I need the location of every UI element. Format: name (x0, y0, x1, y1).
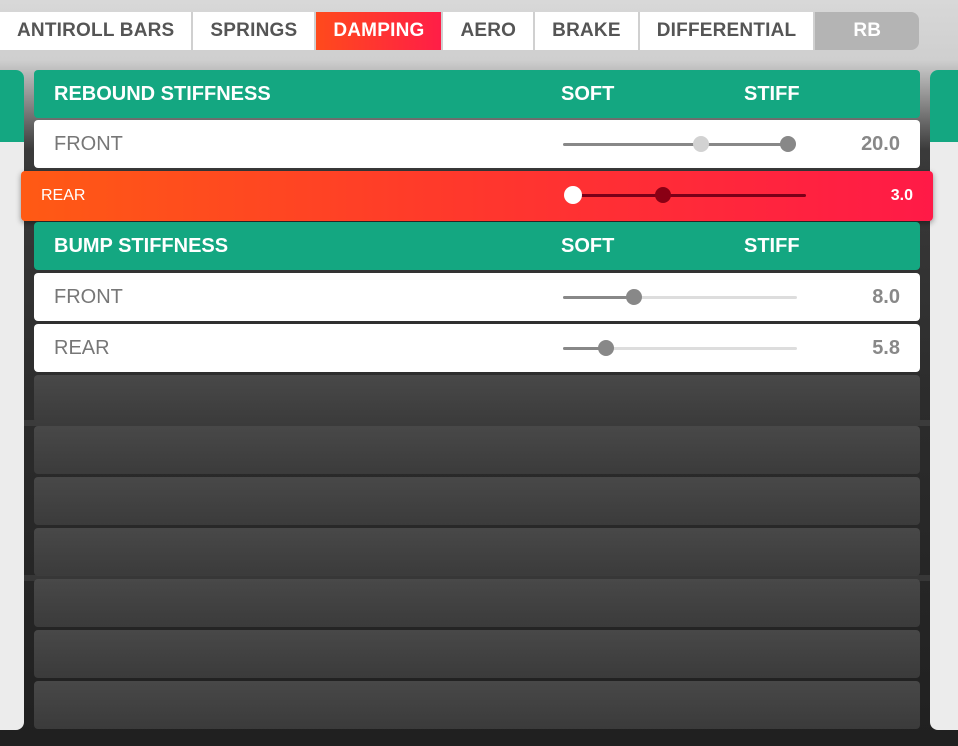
empty-row (34, 528, 920, 576)
rebound-stiff-label: STIFF (744, 82, 800, 105)
rebound-front-slider-track[interactable] (563, 143, 788, 146)
rebound-rear-default-marker (655, 187, 671, 203)
rebound-stiffness-header: REBOUND STIFFNESS SOFT STIFF (34, 70, 920, 118)
rebound-rear-slider-knob[interactable] (564, 186, 582, 204)
bump-rear-slider-knob[interactable] (598, 340, 614, 356)
bump-stiffness-header: BUMP STIFFNESS SOFT STIFF (34, 222, 920, 270)
bump-soft-label: SOFT (561, 234, 615, 257)
bump-front-value: 8.0 (872, 285, 900, 308)
empty-row (34, 477, 920, 525)
bump-front-row[interactable]: FRONT 8.0 (34, 273, 920, 321)
bump-front-label: FRONT (54, 285, 123, 308)
bump-stiff-label: STIFF (744, 234, 800, 257)
rebound-rear-row[interactable]: REAR 3.0 (21, 171, 933, 221)
right-side-panel-header (930, 70, 958, 142)
empty-row (34, 579, 920, 627)
right-side-panel (930, 70, 958, 730)
bump-rear-value: 5.8 (872, 336, 900, 359)
empty-row (34, 426, 920, 474)
rebound-rear-value: 3.0 (890, 187, 913, 204)
bump-rear-row[interactable]: REAR 5.8 (34, 324, 920, 372)
bump-stiffness-title: BUMP STIFFNESS (54, 234, 229, 257)
rebound-stiffness-title: REBOUND STIFFNESS (54, 82, 271, 105)
tab-springs[interactable]: SPRINGS (193, 12, 317, 50)
rebound-front-value: 20.0 (861, 132, 900, 155)
rebound-rear-slider-track[interactable] (573, 194, 806, 197)
rebound-front-slider-knob[interactable] (780, 136, 796, 152)
rebound-front-row[interactable]: FRONT 20.0 (34, 120, 920, 168)
tab-bar: ANTIROLL BARS SPRINGS DAMPING AERO BRAKE… (0, 12, 920, 50)
tab-aero[interactable]: AERO (443, 12, 536, 50)
rebound-front-default-marker (693, 136, 709, 152)
empty-row (34, 681, 920, 729)
rebound-rear-label: REAR (41, 187, 86, 204)
bump-front-slider-knob[interactable] (626, 289, 642, 305)
tab-differential[interactable]: DIFFERENTIAL (639, 12, 816, 50)
rb-button[interactable]: RB (815, 12, 920, 50)
bump-rear-label: REAR (54, 336, 110, 359)
bump-front-slider-fill (563, 296, 635, 299)
tab-antiroll-bars[interactable]: ANTIROLL BARS (0, 12, 194, 50)
tab-brake[interactable]: BRAKE (535, 12, 640, 50)
rebound-front-label: FRONT (54, 132, 123, 155)
left-side-panel (0, 70, 24, 730)
rebound-soft-label: SOFT (561, 82, 615, 105)
empty-row (34, 375, 920, 423)
left-side-panel-header (0, 70, 24, 142)
empty-row (34, 630, 920, 678)
tab-damping[interactable]: DAMPING (316, 12, 444, 50)
